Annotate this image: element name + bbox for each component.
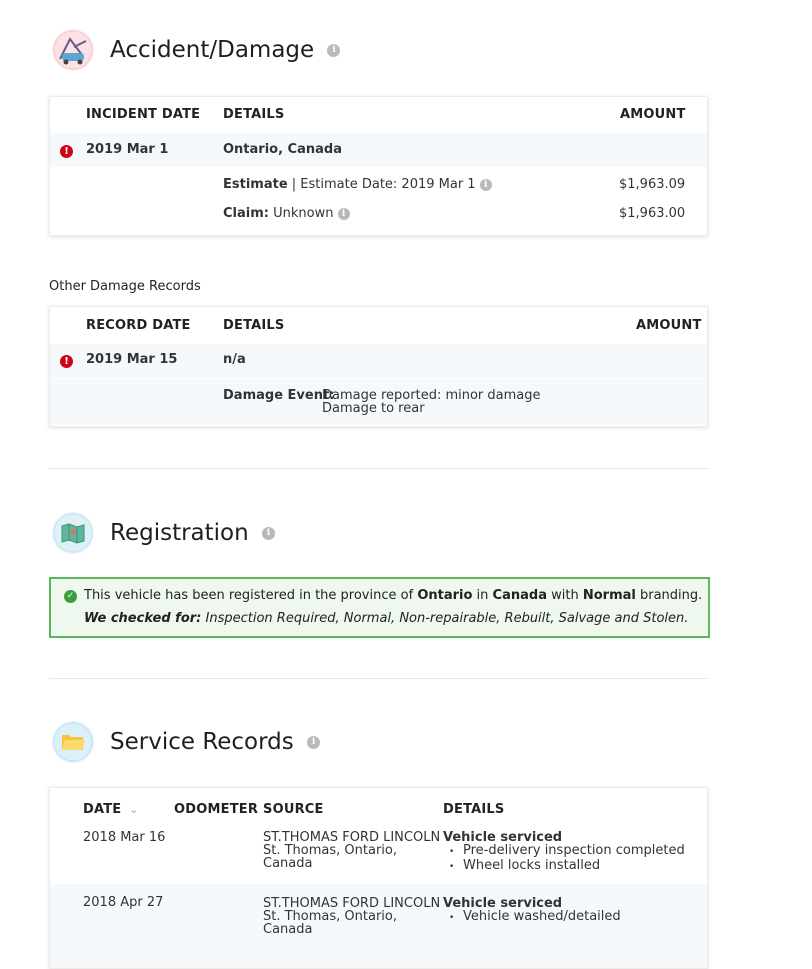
accident-table: INCIDENT DATE DETAILS AMOUNT ! 2019 Mar …: [49, 96, 708, 236]
column-header-amount: AMOUNT: [620, 107, 686, 122]
column-header-source: SOURCE: [263, 802, 324, 817]
claim-line: Claim: Unknown i: [223, 206, 350, 221]
error-icon: !: [60, 355, 73, 368]
list-item: Pre-delivery inspection completed: [443, 844, 685, 859]
claim-text: Unknown: [273, 206, 334, 221]
table-row: ! 2019 Mar 15 n/a: [50, 344, 707, 378]
column-header-date[interactable]: DATE ⌄: [83, 802, 139, 817]
other-damage-heading: Other Damage Records: [49, 279, 201, 294]
record-details: n/a: [223, 352, 246, 367]
error-icon: !: [60, 145, 73, 158]
table-row: ! 2019 Mar 1 Ontario, Canada: [50, 133, 707, 167]
check-circle-icon: ✓: [64, 590, 77, 603]
info-icon[interactable]: i: [307, 736, 321, 749]
incident-date: 2019 Mar 1: [86, 142, 169, 157]
registration-checked-for: We checked for: Inspection Required, Nor…: [84, 611, 689, 626]
info-icon[interactable]: i: [337, 207, 350, 220]
info-icon[interactable]: i: [327, 44, 341, 57]
service-date: 2018 Apr 27: [83, 895, 164, 910]
service-source-country: Canada: [263, 922, 313, 937]
other-damage-table: RECORD DATE DETAILS AMOUNT ! 2019 Mar 15…: [49, 306, 708, 427]
list-item: Vehicle washed/detailed: [443, 910, 621, 925]
sort-chevron-icon[interactable]: ⌄: [129, 803, 138, 816]
estimate-label: Estimate: [223, 177, 288, 192]
map-icon: [52, 512, 94, 554]
estimate-text: | Estimate Date: 2019 Mar 1: [291, 177, 476, 192]
record-date: 2019 Mar 15: [86, 352, 178, 367]
column-header-details: DETAILS: [223, 318, 285, 333]
info-icon[interactable]: i: [262, 527, 276, 540]
table-row: Damage Event: Damage reported: minor dam…: [50, 379, 707, 425]
service-date: 2018 Mar 16: [83, 830, 166, 845]
claim-label: Claim:: [223, 206, 269, 221]
car-accident-icon: [52, 29, 94, 71]
estimate-line: Estimate | Estimate Date: 2019 Mar 1 i: [223, 177, 492, 192]
registration-summary: This vehicle has been registered in the …: [84, 588, 703, 603]
registration-status-box: ✓ This vehicle has been registered in th…: [49, 577, 710, 638]
accident-section-title: Accident/Damage i: [110, 37, 341, 63]
section-divider: [49, 468, 709, 469]
section-divider: [49, 678, 709, 679]
incident-location: Ontario, Canada: [223, 142, 342, 157]
column-header-incident-date: INCIDENT DATE: [86, 107, 201, 122]
service-source-country: Canada: [263, 856, 313, 871]
column-header-details: DETAILS: [223, 107, 285, 122]
damage-event-line-2: Damage to rear: [322, 401, 425, 416]
table-row: 2018 Mar 16 ST.THOMAS FORD LINCOLN St. T…: [50, 822, 707, 882]
column-header-details: DETAILS: [443, 802, 505, 817]
damage-event-label: Damage Event:: [223, 388, 335, 403]
claim-amount: $1,963.00: [619, 206, 686, 221]
service-section-title: Service Records i: [110, 729, 321, 755]
estimate-amount: $1,963.09: [619, 177, 686, 192]
folder-icon: [52, 721, 94, 763]
column-header-odometer: ODOMETER: [174, 802, 259, 817]
service-table: DATE ⌄ ODOMETER SOURCE DETAILS 2018 Mar …: [49, 787, 708, 969]
info-icon[interactable]: i: [479, 178, 492, 191]
column-header-amount: AMOUNT: [636, 318, 702, 333]
service-items: Pre-delivery inspection completed Wheel …: [443, 844, 685, 874]
table-row: 2018 Apr 27 ST.THOMAS FORD LINCOLN St. T…: [50, 884, 707, 968]
column-header-record-date: RECORD DATE: [86, 318, 191, 333]
service-items: Vehicle washed/detailed: [443, 910, 621, 925]
list-item: Wheel locks installed: [443, 859, 685, 874]
registration-section-title: Registration i: [110, 520, 276, 546]
